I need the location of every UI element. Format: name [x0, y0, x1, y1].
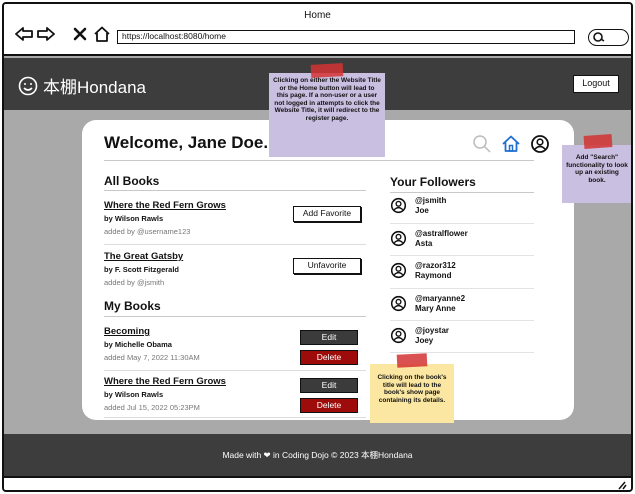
sticky-note-search: Add "Search" functionality to look up an…: [562, 145, 631, 203]
logout-button[interactable]: Logout: [573, 75, 619, 93]
tape-decoration: [583, 134, 613, 149]
browser-window: Home https://localhost:8080/home 本棚Honda…: [2, 2, 633, 492]
profile-icon: [390, 295, 407, 312]
follower-handle: @razor312: [415, 261, 456, 270]
follower-handle: @maryanne2: [415, 294, 466, 303]
unfavorite-button[interactable]: Unfavorite: [293, 258, 361, 274]
profile-icon: [390, 230, 407, 247]
home-nav-icon[interactable]: [92, 24, 112, 44]
app-footer: Made with ❤ in Coding Dojo © 2023 本棚Hond…: [4, 434, 631, 476]
profile-icon: [390, 197, 407, 214]
book-added-by: added by @jsmith: [104, 278, 165, 287]
follower-item[interactable]: @maryanne2 Mary Anne: [390, 294, 465, 313]
my-books-divider: [104, 316, 366, 317]
book-added-by: added by @username123: [104, 227, 191, 236]
follower-name: Joey: [415, 336, 434, 345]
browser-chrome: Home https://localhost:8080/home: [4, 4, 631, 56]
main-card: Welcome, Jane Doe. All Books Where the R…: [82, 120, 574, 420]
follower-name: Joe: [415, 206, 429, 215]
row-divider: [390, 223, 534, 224]
row-divider: [390, 352, 534, 353]
follower-name: Raymond: [415, 271, 452, 280]
profile-icon[interactable]: [530, 134, 550, 154]
delete-button[interactable]: Delete: [300, 398, 358, 413]
sticky-note-title: Clicking on either the Website Title or …: [269, 73, 385, 157]
row-divider: [390, 255, 534, 256]
row-divider: [390, 288, 534, 289]
card-toolbar: [472, 134, 550, 154]
follower-item[interactable]: @jsmith Joe: [390, 196, 446, 215]
followers-heading: Your Followers: [390, 175, 476, 189]
follower-item[interactable]: @joystar Joey: [390, 326, 449, 345]
follower-handle: @jsmith: [415, 196, 447, 205]
all-books-divider: [104, 190, 366, 191]
tape-decoration: [396, 353, 428, 368]
row-divider: [104, 244, 366, 245]
window-title: Home: [304, 10, 331, 21]
follower-item[interactable]: @astralflower Asta: [390, 229, 468, 248]
url-bar[interactable]: https://localhost:8080/home: [117, 30, 575, 44]
row-divider: [390, 320, 534, 321]
all-books-heading: All Books: [104, 174, 160, 188]
back-arrow-icon[interactable]: [14, 24, 34, 44]
edit-button[interactable]: Edit: [300, 330, 358, 345]
follower-handle: @joystar: [415, 326, 450, 335]
follower-handle: @astralflower: [415, 229, 468, 238]
search-icon: [593, 32, 605, 42]
tape-decoration: [310, 63, 344, 78]
welcome-heading: Welcome, Jane Doe.: [104, 133, 269, 152]
follower-item[interactable]: @razor312 Raymond: [390, 261, 456, 280]
profile-icon: [390, 327, 407, 344]
search-icon[interactable]: [472, 134, 492, 154]
row-divider: [104, 417, 366, 418]
my-books-heading: My Books: [104, 299, 161, 313]
close-icon[interactable]: [70, 24, 90, 44]
follower-name: Mary Anne: [415, 304, 456, 313]
site-title: 本棚Hondana: [43, 78, 147, 97]
edit-button[interactable]: Edit: [300, 378, 358, 393]
followers-divider: [390, 192, 534, 193]
resize-handle-icon[interactable]: [615, 480, 627, 490]
follower-name: Asta: [415, 239, 433, 248]
profile-icon: [390, 262, 407, 279]
header-divider: [104, 160, 534, 161]
browser-search-field[interactable]: [588, 29, 629, 46]
sticky-note-book: Clicking on the book's title will lead t…: [370, 364, 454, 423]
smiley-logo-icon: [18, 76, 38, 95]
add-favorite-button[interactable]: Add Favorite: [293, 206, 361, 222]
home-icon[interactable]: [501, 134, 521, 154]
browser-status-bar: [4, 476, 631, 490]
delete-button[interactable]: Delete: [300, 350, 358, 365]
site-title-link[interactable]: 本棚Hondana: [18, 73, 146, 98]
forward-arrow-icon[interactable]: [36, 24, 56, 44]
row-divider: [104, 370, 366, 371]
